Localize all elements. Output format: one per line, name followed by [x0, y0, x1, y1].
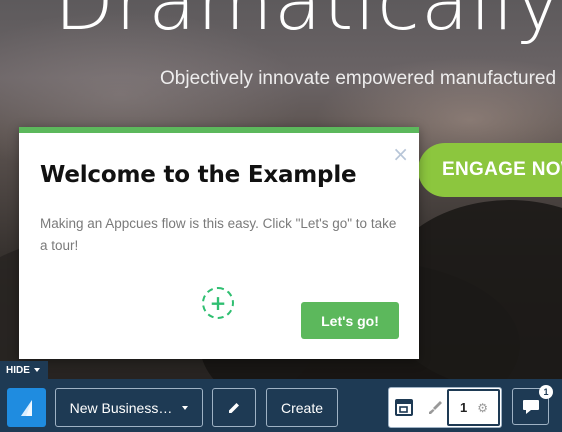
modal-body-text: Making an Appcues flow is this easy. Cli… [40, 216, 397, 253]
brush-icon[interactable] [427, 399, 443, 416]
bottom-toolbar: New Business… Create 1 ⚙ 1 [0, 379, 562, 432]
engage-now-button[interactable]: ENGAGE NOW [418, 143, 562, 197]
step-panel: 1 ⚙ [388, 387, 502, 428]
pencil-icon [229, 402, 239, 413]
step-selector[interactable]: 1 ⚙ [447, 389, 500, 426]
hide-label: HIDE [6, 364, 30, 376]
edit-button[interactable] [212, 388, 256, 427]
caret-down-icon [33, 368, 40, 372]
notification-badge: 1 [539, 385, 553, 399]
create-button[interactable]: Create [266, 388, 338, 427]
appcues-logo-icon[interactable] [7, 388, 46, 427]
add-content-icon[interactable]: + [202, 287, 234, 319]
flow-select-label: New Business… [69, 399, 173, 416]
chat-icon [522, 399, 539, 414]
gear-icon[interactable]: ⚙ [477, 401, 488, 415]
flow-select-dropdown[interactable]: New Business… [55, 388, 203, 427]
layout-icon[interactable] [395, 399, 413, 416]
modal-title: Welcome to the Example [40, 162, 357, 188]
hero-subtitle: Objectively innovate empowered manufactu… [160, 68, 562, 89]
welcome-modal: × Welcome to the Example Making an Appcu… [19, 127, 419, 359]
lets-go-button[interactable]: Let's go! [301, 302, 399, 339]
chevron-down-icon [182, 405, 189, 410]
step-number: 1 [460, 400, 468, 415]
plus-icon: + [209, 291, 227, 315]
close-icon[interactable]: × [392, 144, 409, 164]
hero-title: Dramatically [54, 0, 562, 48]
hide-toggle[interactable]: HIDE [0, 361, 48, 379]
